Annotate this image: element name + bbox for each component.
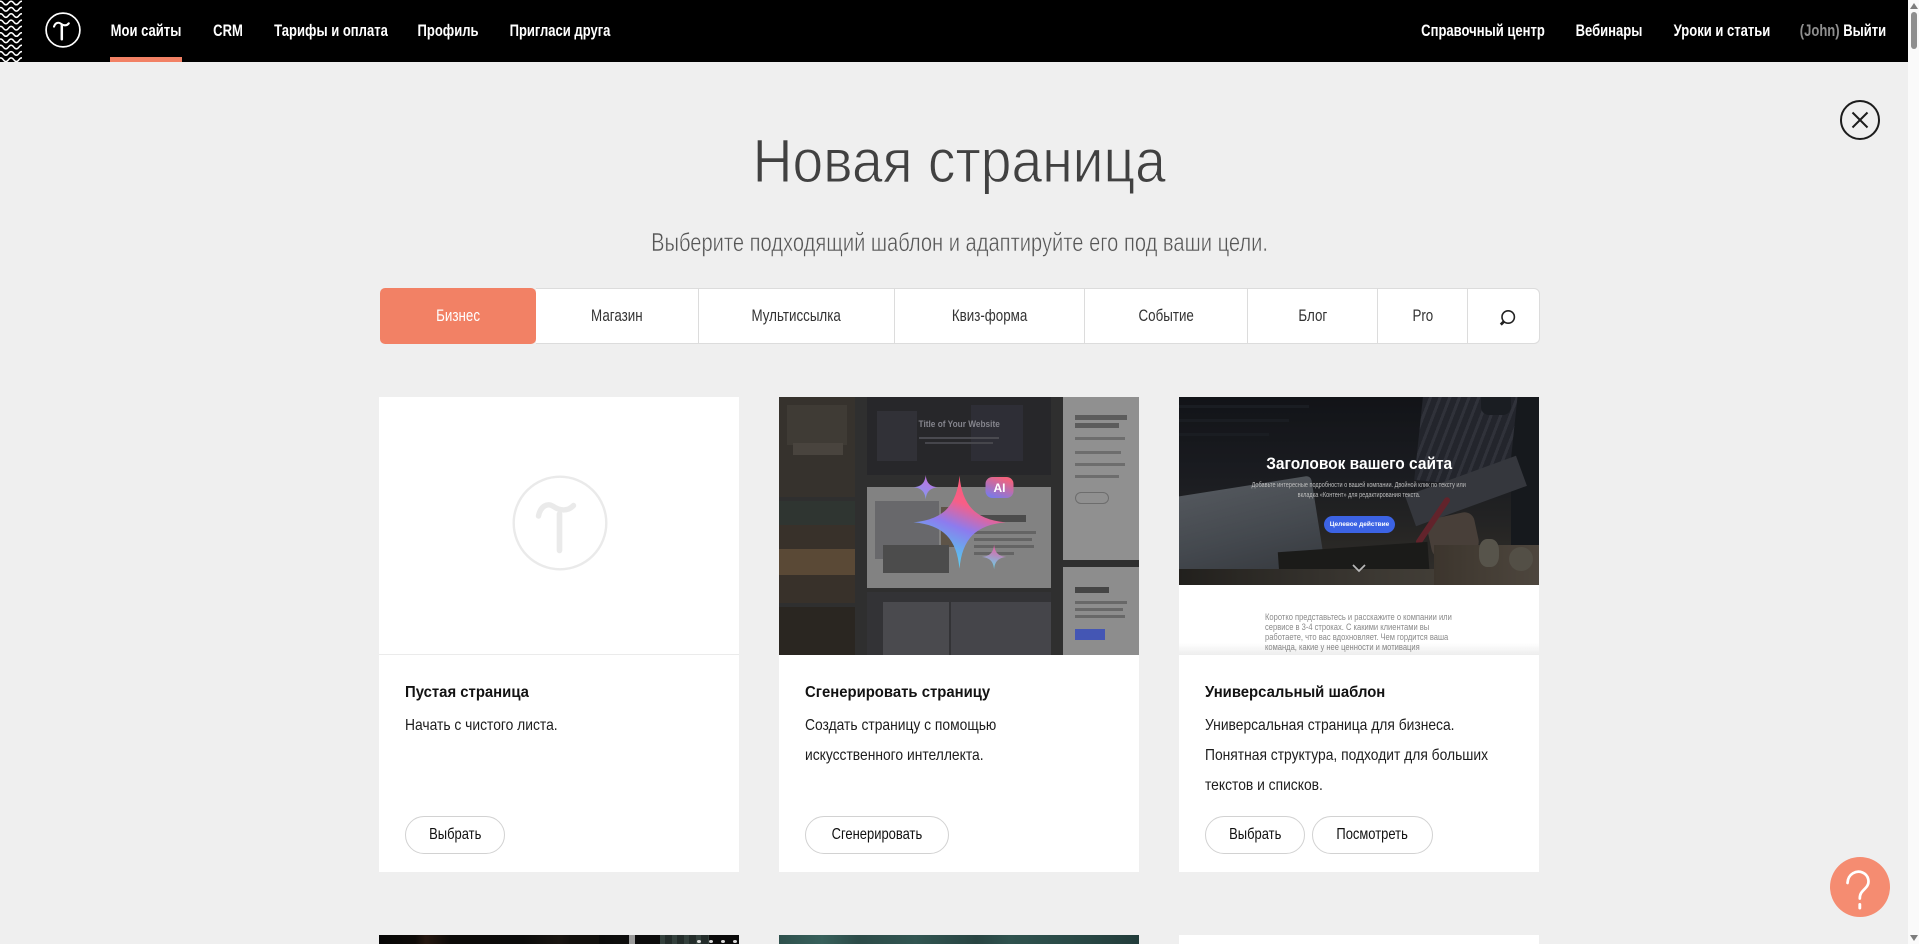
svg-text:AI: AI [994,481,1006,495]
